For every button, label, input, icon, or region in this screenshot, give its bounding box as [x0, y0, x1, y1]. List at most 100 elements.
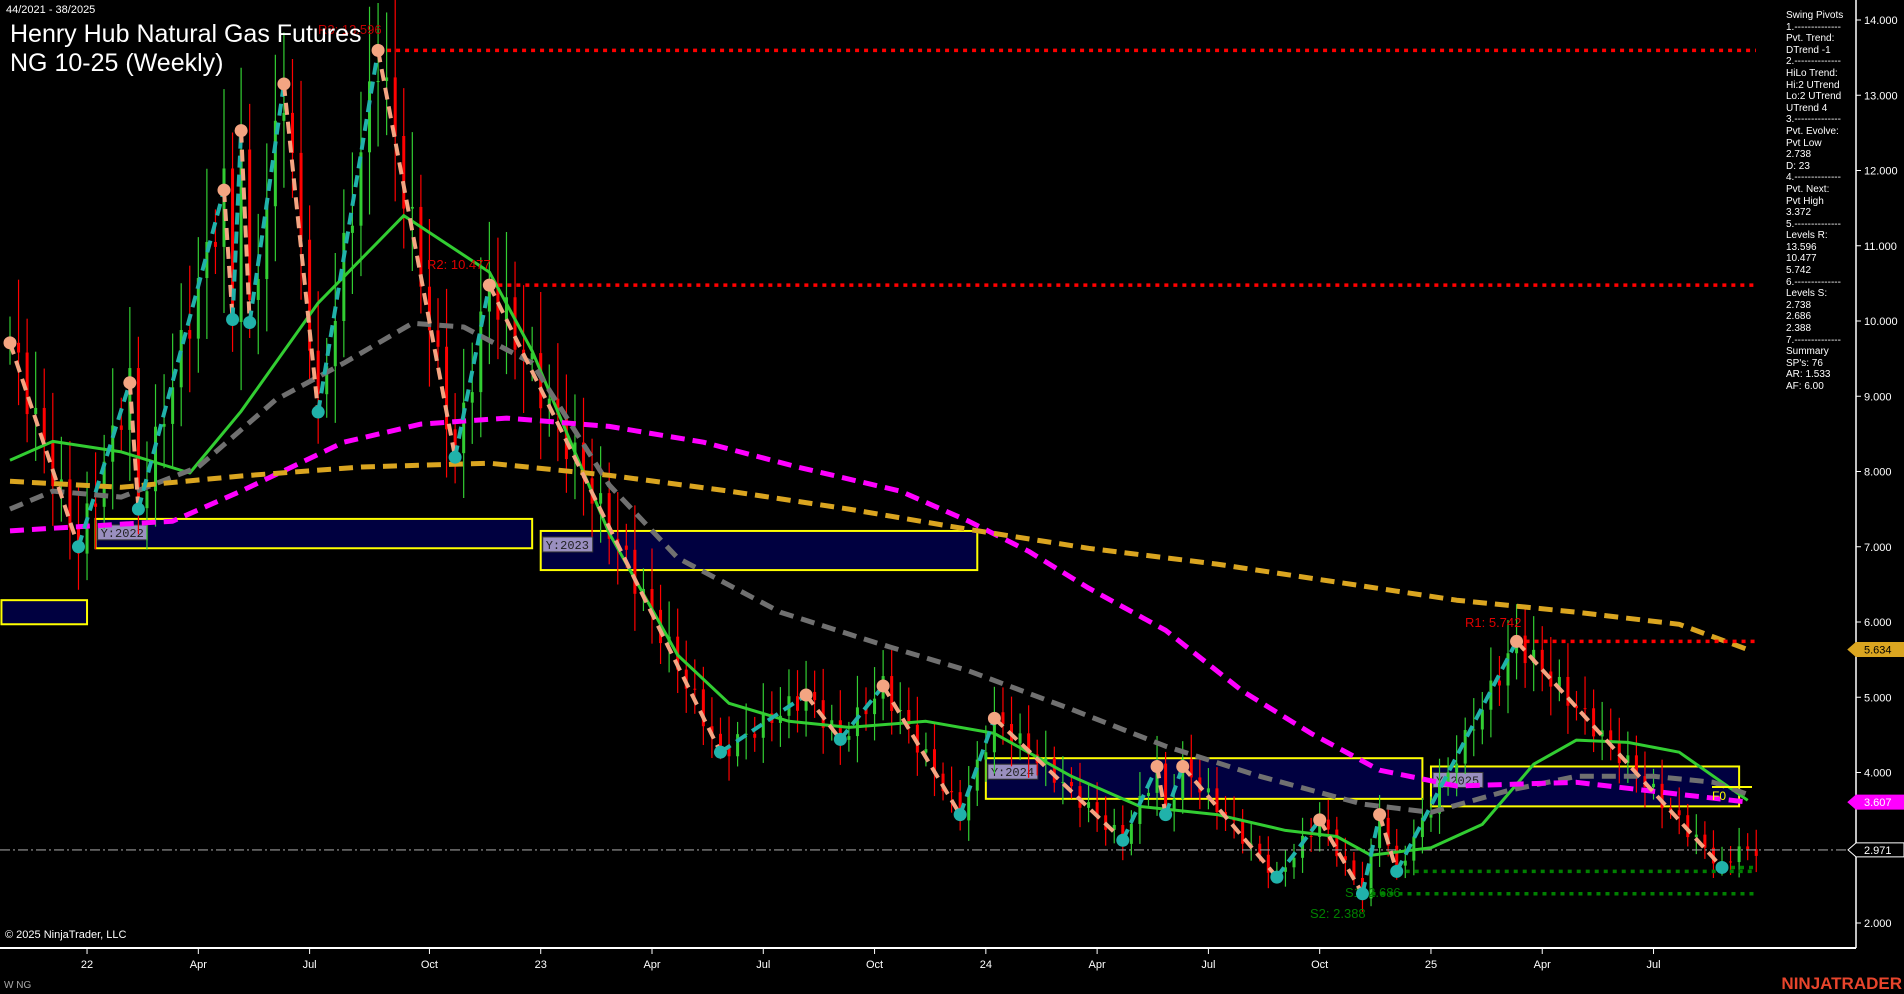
ninjatrader-logo: NINJATRADER	[1781, 974, 1902, 993]
x-tick-label: 23	[535, 959, 547, 971]
candle-body	[436, 330, 440, 347]
swing-high-marker	[217, 183, 231, 197]
y-tick-label: 11.000	[1864, 241, 1897, 253]
copyright: © 2025 NinjaTrader, LLC	[5, 929, 127, 941]
swing-low-marker	[713, 745, 727, 759]
panel-line: Swing Pivots	[1786, 10, 1844, 21]
candle-body	[1146, 792, 1150, 797]
level-label: R2: 10.477	[427, 257, 491, 272]
candle-body	[984, 752, 988, 760]
candle-body	[145, 491, 149, 509]
candle-body	[1001, 712, 1005, 725]
panel-line: 4.--------------	[1786, 172, 1841, 184]
price-tag-label: 5.634	[1864, 645, 1892, 657]
level-label: R1: 5.742	[1465, 615, 1521, 630]
panel-line: Pvt. Trend:	[1786, 33, 1835, 45]
candle-body	[162, 423, 166, 427]
swing-high-marker	[876, 679, 890, 693]
panel-line: Levels R:	[1786, 230, 1828, 242]
candle-body	[119, 425, 123, 430]
swing-high-marker	[1176, 759, 1190, 773]
candle-body	[796, 696, 800, 711]
x-tick-label: Jul	[1201, 959, 1215, 971]
swing-low-marker	[448, 450, 462, 464]
candle-body	[718, 733, 722, 746]
panel-line: 2.--------------	[1786, 56, 1841, 68]
swing-up-leg	[838, 684, 885, 741]
candle-body	[1455, 763, 1459, 773]
candle-body	[1215, 788, 1219, 812]
swing-low-marker	[71, 540, 85, 554]
candle-body	[950, 791, 954, 793]
swing-high-marker	[371, 43, 385, 57]
level-label: S1: 2.686	[1345, 885, 1401, 900]
candle-body	[282, 112, 286, 121]
y-tick-label: 8.000	[1864, 467, 1892, 479]
panel-line: 5.742	[1786, 265, 1812, 277]
plot-area: Y:2022Y:2023Y:2024Y:2025R3: 13.596R2: 10…	[0, 0, 1846, 921]
swing-down-leg	[881, 684, 962, 816]
candle-body	[154, 426, 158, 492]
y-tick-label: 9.000	[1864, 391, 1892, 403]
chart-title-line2: NG 10-25 (Weekly)	[10, 49, 224, 77]
y-tick-label: 12.000	[1864, 166, 1898, 178]
date-range: 44/2021 - 38/2025	[6, 4, 96, 16]
panel-line: HiLo Trend:	[1786, 67, 1838, 79]
candle-body	[94, 503, 98, 507]
candle-body	[1018, 733, 1022, 744]
panel-line: UTrend 4	[1786, 102, 1828, 114]
swing-low-marker	[1390, 864, 1404, 878]
candle-body	[1540, 649, 1544, 672]
swing-high-marker	[1313, 813, 1327, 827]
symbol-label: W NG	[4, 980, 32, 991]
year-box-label: Y:2024	[991, 766, 1034, 780]
candle-body	[17, 342, 21, 353]
swing-high-marker	[123, 376, 137, 390]
price-chart[interactable]: Y:2022Y:2023Y:2024Y:2025R3: 13.596R2: 10…	[0, 0, 1904, 994]
panel-line: 7.--------------	[1786, 334, 1841, 346]
panel-line: AR: 1.533	[1786, 369, 1831, 381]
candle-body	[1052, 758, 1056, 783]
panel-line: 2.738	[1786, 299, 1812, 311]
candle-body	[248, 149, 252, 300]
swing-low-marker	[1159, 808, 1173, 822]
candle-body	[633, 549, 637, 594]
f0-label: F0	[1712, 789, 1726, 803]
candle-body	[188, 330, 192, 339]
candle-body	[1129, 823, 1133, 844]
panel-line: Pvt Low	[1786, 137, 1822, 149]
candle-body	[1395, 845, 1399, 866]
candle-body	[410, 206, 414, 209]
swing-low-marker	[226, 312, 240, 326]
candle-body	[1549, 671, 1553, 687]
swing-low-marker	[243, 316, 257, 330]
x-tick-label: Oct	[866, 959, 883, 971]
panel-line: 1.--------------	[1786, 21, 1841, 33]
y-tick-label: 7.000	[1864, 542, 1892, 554]
candle-body	[25, 352, 29, 415]
panel-line: SP's: 76	[1786, 357, 1823, 369]
panel-line: AF: 6.00	[1786, 381, 1824, 392]
candle-body	[1737, 846, 1741, 863]
chart-title: Henry Hub Natural Gas Futures NG 10-25 (…	[10, 20, 362, 78]
candle-body	[813, 691, 817, 701]
candle-body	[599, 493, 603, 504]
y-tick-label: 6.000	[1864, 617, 1892, 629]
swing-high-marker	[234, 124, 248, 138]
y-tick-label: 14.000	[1864, 15, 1898, 27]
x-tick-label: 24	[980, 959, 992, 971]
panel-line: Lo:2 UTrend	[1786, 91, 1842, 103]
swing-low-marker	[833, 732, 847, 746]
panel-line: Levels S:	[1786, 288, 1828, 300]
y-tick-label: 5.000	[1864, 692, 1892, 704]
panel-line: 2.686	[1786, 311, 1812, 323]
swing-high-marker	[1150, 759, 1164, 773]
panel-line: DTrend -1	[1786, 44, 1831, 56]
swing-high-marker	[799, 688, 813, 702]
panel-line: Pvt High	[1786, 195, 1824, 207]
swing-low-marker	[1355, 887, 1369, 901]
candle-body	[1729, 861, 1733, 863]
swing-low-marker	[131, 502, 145, 516]
swing-high-marker	[1510, 634, 1524, 648]
panel-line: 3.372	[1786, 207, 1812, 219]
